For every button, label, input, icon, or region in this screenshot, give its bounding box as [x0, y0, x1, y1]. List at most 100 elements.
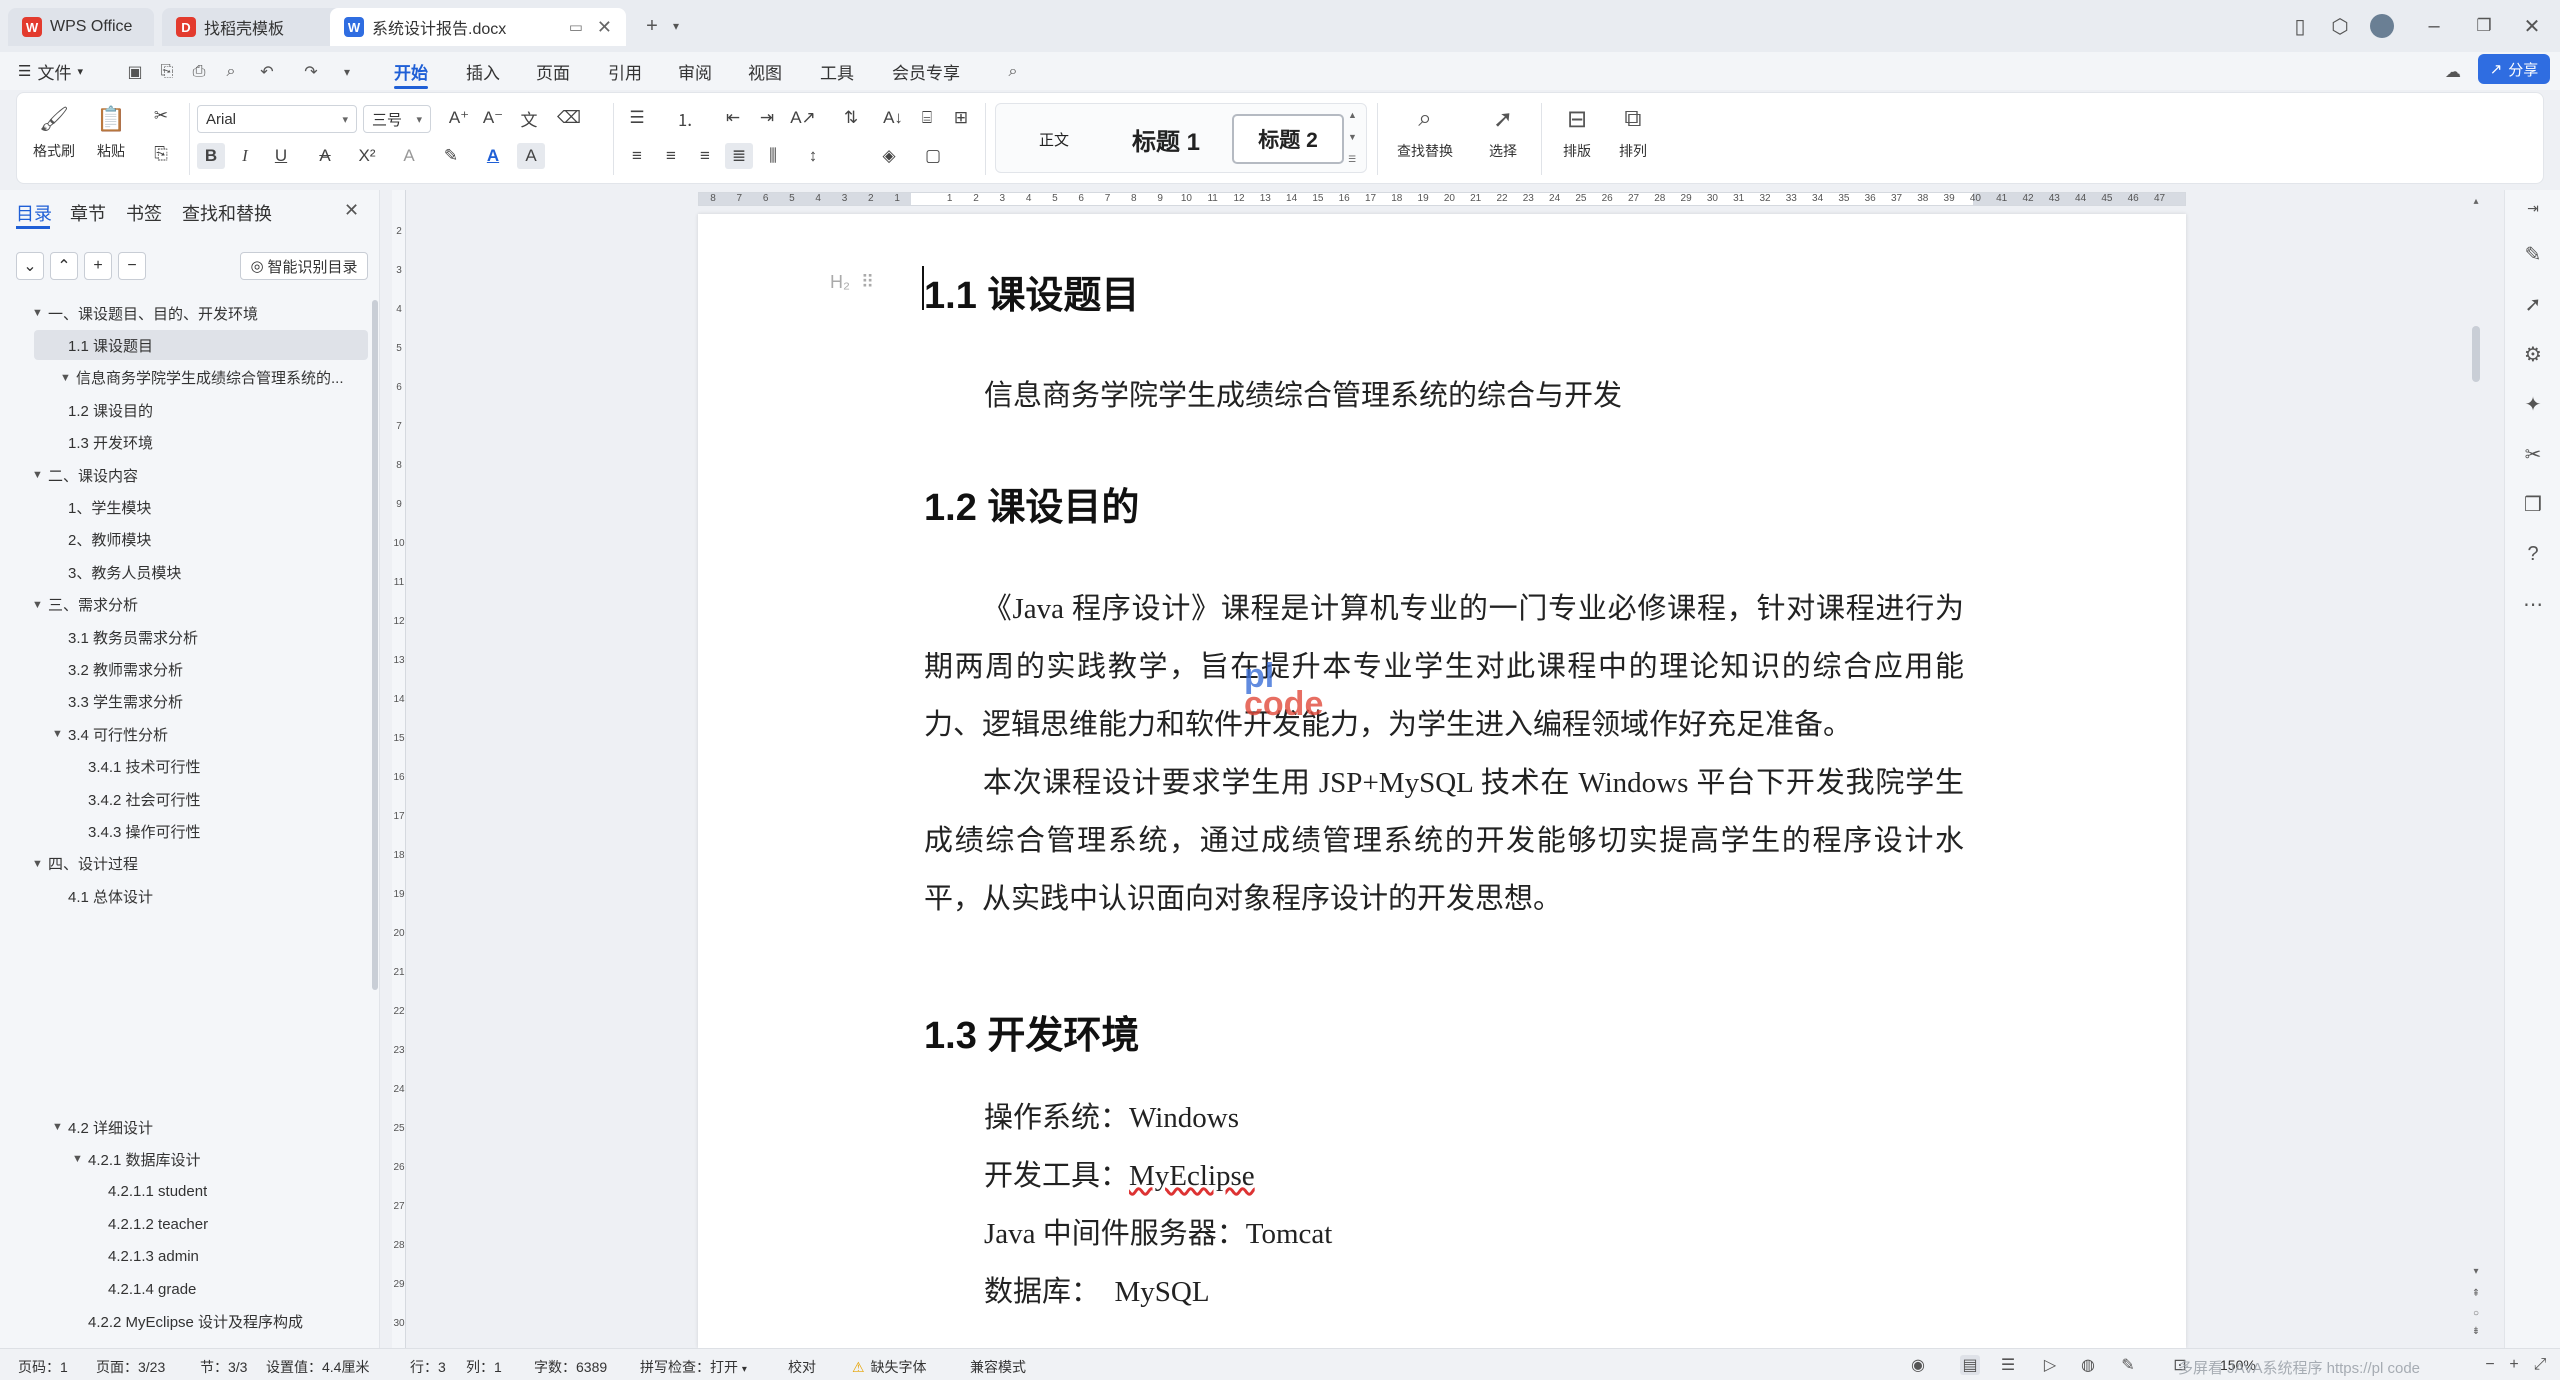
toc-item[interactable]: 4.2.1.2 teacher	[20, 1209, 366, 1239]
tab-wps-office[interactable]: W WPS Office	[8, 8, 154, 46]
style-more-icon[interactable]: ☰	[1348, 154, 1356, 165]
adjust-icon[interactable]: ⚙	[2519, 340, 2547, 368]
tools-icon[interactable]: ✂	[2519, 440, 2547, 468]
style-normal[interactable]: 正文	[1006, 114, 1102, 164]
tab-tools[interactable]: 工具	[820, 58, 854, 84]
align-right-icon[interactable]: ≡	[691, 143, 719, 169]
status-spellcheck[interactable]: 拼写检查：打开 ▾	[640, 1357, 747, 1377]
page-view-icon[interactable]: ▤	[1960, 1355, 1980, 1375]
line-spacing-icon[interactable]: ↕	[799, 143, 827, 169]
copy-icon[interactable]: ⎘	[147, 141, 175, 167]
tab-page[interactable]: 页面	[536, 58, 570, 84]
toc-item[interactable]: 4.2.1.3 admin	[20, 1242, 366, 1272]
tab-home[interactable]: 开始	[394, 58, 428, 84]
scroll-up-icon[interactable]: ▴	[2470, 196, 2482, 207]
env-server[interactable]: Java 中间件服务器：Tomcat	[984, 1210, 1332, 1252]
caret-down-icon[interactable]: ▼	[52, 1121, 68, 1133]
toc-item[interactable]: 1.2 课设目的	[20, 395, 366, 425]
toc-item[interactable]: 2、教师模块	[20, 525, 366, 555]
status-page[interactable]: 页面：3/23	[96, 1357, 165, 1377]
style-heading-2[interactable]: 标题 2	[1232, 114, 1344, 164]
prev-page-icon[interactable]: ⇞	[2470, 1288, 2482, 1299]
redo-icon[interactable]: ↷	[300, 62, 322, 82]
toc-item[interactable]: ▼ 4.2.1 数据库设计	[20, 1144, 366, 1174]
paragraph-requirements[interactable]: 本次课程设计要求学生用 JSP+MySQL 技术在 Windows 平台下开发我…	[924, 754, 1964, 928]
tab-insert[interactable]: 插入	[466, 58, 500, 84]
web-view-icon[interactable]: ◍	[2078, 1355, 2098, 1375]
heading-1-2[interactable]: 1.2 课设目的	[924, 476, 1139, 531]
ai-writing-icon[interactable]: ✦	[2519, 390, 2547, 418]
toc-item[interactable]: 1.3 开发环境	[20, 428, 366, 458]
align-center-icon[interactable]: ≡	[657, 143, 685, 169]
find-replace-button[interactable]: ⌕ 查找替换	[1375, 103, 1475, 161]
text-effect-button[interactable]: A	[395, 143, 423, 169]
paragraph-purpose[interactable]: 《Java 程序设计》课程是计算机专业的一门专业必修课程，针对课程进行为期两周的…	[924, 580, 1964, 754]
nav-tab-find-replace[interactable]: 查找和替换	[182, 200, 272, 226]
remove-heading-button[interactable]: −	[118, 252, 146, 280]
tab-docer-templates[interactable]: D 找稻壳模板	[162, 8, 358, 46]
underline-button[interactable]: U	[267, 143, 295, 169]
cursor-select-icon[interactable]: ➚	[2519, 290, 2547, 318]
caret-down-icon[interactable]: ▼	[32, 858, 48, 870]
status-proof[interactable]: 校对	[788, 1357, 816, 1377]
env-database[interactable]: 数据库： MySQL	[984, 1268, 1210, 1310]
tab-references[interactable]: 引用	[608, 58, 642, 84]
nav-tab-bookmarks[interactable]: 书签	[126, 200, 162, 226]
outline-view-icon[interactable]: ☰	[1998, 1355, 2018, 1375]
save-icon[interactable]: ▣	[124, 62, 146, 82]
play-icon[interactable]: ▷	[2040, 1355, 2060, 1375]
arrange-button[interactable]: ⧉ 排列	[1593, 103, 1673, 161]
style-heading-1[interactable]: 标题 1	[1106, 114, 1226, 164]
toc-item[interactable]: 3.4.1 技术可行性	[20, 752, 366, 782]
minimize-icon[interactable]: –	[2420, 12, 2448, 40]
clear-format-icon[interactable]: ⌫	[555, 105, 583, 131]
toc-item[interactable]: 3、教务人员模块	[20, 557, 366, 587]
eye-protection-icon[interactable]: ◉	[1908, 1355, 1928, 1375]
char-shading-button[interactable]: A	[517, 143, 545, 169]
share-button[interactable]: ↗ 分享	[2478, 54, 2550, 84]
toc-item[interactable]: ▼ 三、需求分析	[20, 590, 366, 620]
bullet-list-icon[interactable]: ☰	[623, 105, 651, 131]
toc-item[interactable]: 3.4.2 社会可行性	[20, 784, 366, 814]
caret-down-icon[interactable]: ▼	[32, 599, 48, 611]
status-words[interactable]: 字数：6389	[534, 1357, 607, 1377]
decrease-indent-icon[interactable]: ⇤	[719, 105, 747, 131]
grow-font-icon[interactable]: A⁺	[445, 105, 473, 131]
toc-item[interactable]: 3.1 教务员需求分析	[20, 622, 366, 652]
status-setting[interactable]: 设置值：4.4厘米	[266, 1357, 369, 1377]
toc-item[interactable]: 4.2.1.4 grade	[20, 1274, 366, 1304]
line-sort-icon[interactable]: ⇅	[837, 105, 865, 131]
numbered-list-icon[interactable]: ⒈	[671, 105, 699, 131]
toc-item[interactable]: 3.4.3 操作可行性	[20, 816, 366, 846]
nav-tab-chapters[interactable]: 章节	[70, 200, 106, 226]
search-icon[interactable]: ⌕	[1002, 62, 1024, 82]
status-section[interactable]: 节：3/3	[200, 1357, 247, 1377]
cut-icon[interactable]: ✂	[147, 103, 175, 129]
avatar[interactable]	[2368, 12, 2396, 40]
text-direction-icon[interactable]: A↗	[789, 105, 817, 131]
caret-down-icon[interactable]: ▼	[52, 728, 68, 740]
close-window-icon[interactable]: ✕	[2518, 12, 2546, 40]
toc-item[interactable]: 4.2.1.1 student	[20, 1177, 366, 1207]
export-icon[interactable]: ⎘	[156, 62, 178, 82]
horizontal-ruler[interactable]: 8 7 6 5 4 3 2 1 1 2 3 4 5 6 7 8 9 10 11 12 13 14 15 16 17 18 19 20 2…	[698, 192, 2186, 206]
zoom-out-icon[interactable]: −	[2480, 1355, 2500, 1375]
heading-1-1[interactable]: 1.1 课设题目	[924, 264, 1139, 319]
env-os[interactable]: 操作系统：Windows	[984, 1094, 1239, 1136]
write-mode-icon[interactable]: ✎	[2118, 1355, 2138, 1375]
chevron-up-icon[interactable]: ▲	[1348, 110, 1357, 120]
zoom-in-icon[interactable]: +	[2504, 1355, 2524, 1375]
caret-down-icon[interactable]: ▼	[32, 307, 48, 319]
scroll-down-icon[interactable]: ▾	[2470, 1266, 2482, 1277]
superscript-button[interactable]: X²	[353, 143, 381, 169]
smart-toc-button[interactable]: ◎ 智能识别目录	[240, 252, 368, 280]
toc-item[interactable]: 1、学生模块	[20, 492, 366, 522]
tab-document[interactable]: W 系统设计报告.docx ▭ ✕	[330, 8, 626, 46]
undo-icon[interactable]: ↶	[256, 62, 278, 82]
layout-icon[interactable]: ▯	[2286, 12, 2314, 40]
toc-item[interactable]: ▼ 3.4 可行性分析	[20, 719, 366, 749]
distributed-icon[interactable]: ⫼	[759, 143, 787, 169]
document-scrollbar[interactable]	[2472, 326, 2480, 382]
help-icon[interactable]: ?	[2519, 540, 2547, 568]
collapse-all-button[interactable]: ⌄	[16, 252, 44, 280]
